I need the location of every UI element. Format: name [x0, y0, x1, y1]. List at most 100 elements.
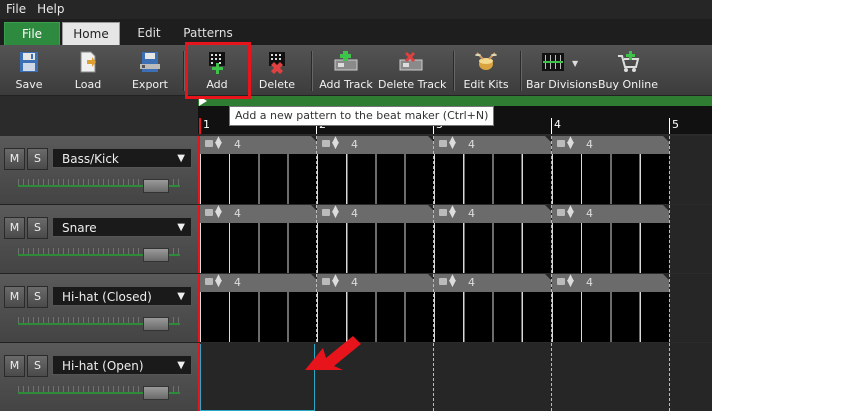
step-grid[interactable] [317, 223, 434, 273]
sort-arrows-icon[interactable]: ▲ ▼ [215, 205, 222, 220]
playback-progress-bar[interactable] [198, 96, 712, 106]
export-button[interactable]: Export [124, 45, 176, 95]
instrument-select[interactable]: Hi-hat (Open) ▼ [52, 355, 192, 375]
mute-button[interactable]: M [4, 217, 25, 239]
mute-button[interactable]: M [4, 148, 25, 170]
volume-slider[interactable] [18, 178, 180, 194]
track-header: M S Snare ▼ [0, 205, 198, 274]
tab-home[interactable]: Home [62, 22, 120, 46]
solo-button[interactable]: S [27, 148, 48, 170]
tab-edit[interactable]: Edit [122, 22, 176, 45]
slider-handle[interactable] [142, 386, 169, 400]
lock-icon[interactable] [557, 140, 565, 147]
step-grid[interactable] [200, 223, 317, 273]
slider-handle[interactable] [142, 317, 169, 331]
step-grid[interactable] [434, 154, 551, 204]
pattern-block[interactable]: ▲ ▼ 4 [200, 205, 317, 273]
pattern-header: ▲ ▼ 4 [552, 274, 669, 292]
slider-handle[interactable] [142, 179, 169, 193]
buy-online-button[interactable]: Buy Online [598, 45, 658, 95]
edit-kits-button[interactable]: Edit Kits [460, 45, 512, 95]
export-icon [140, 52, 160, 72]
slider-handle[interactable] [142, 248, 169, 262]
sort-arrows-icon[interactable]: ▲ ▼ [332, 136, 339, 151]
sort-arrows-icon[interactable]: ▲ ▼ [332, 274, 339, 289]
menu-help[interactable]: Help [31, 0, 69, 16]
pattern-block[interactable]: ▲ ▼ 4 [200, 274, 317, 342]
pattern-block[interactable]: ▲ ▼ 4 [434, 274, 551, 342]
sort-arrows-icon[interactable]: ▲ ▼ [449, 274, 456, 289]
solo-button[interactable]: S [27, 355, 48, 377]
pattern-block[interactable]: ▲ ▼ 4 [317, 274, 434, 342]
step-grid[interactable] [552, 223, 669, 273]
add-pattern-label: Add [206, 78, 228, 91]
add-track-button[interactable]: Add Track [318, 45, 374, 95]
solo-button[interactable]: S [27, 286, 48, 308]
pointer-arrow-icon [305, 336, 361, 370]
tab-patterns[interactable]: Patterns [178, 22, 238, 45]
mute-button[interactable]: M [4, 355, 25, 377]
menu-file[interactable]: File [0, 0, 31, 16]
volume-slider[interactable] [18, 385, 180, 401]
lock-icon[interactable] [439, 140, 447, 147]
save-icon [20, 52, 38, 72]
sort-arrows-icon[interactable]: ▲ ▼ [215, 274, 222, 289]
lock-icon[interactable] [439, 209, 447, 216]
volume-slider[interactable] [18, 316, 180, 332]
lock-icon[interactable] [322, 209, 330, 216]
bar-number: 5 [672, 118, 679, 131]
add-pattern-button[interactable]: Add [190, 45, 244, 95]
step-grid[interactable] [200, 292, 317, 342]
step-grid[interactable] [552, 292, 669, 342]
solo-button[interactable]: S [27, 217, 48, 239]
sort-arrows-icon[interactable]: ▲ ▼ [449, 205, 456, 220]
lock-icon[interactable] [205, 278, 213, 285]
empty-pattern-slot[interactable] [200, 344, 315, 411]
sort-arrows-icon[interactable]: ▲ ▼ [567, 136, 574, 151]
save-button[interactable]: Save [5, 45, 53, 95]
bar-divisions-button[interactable]: ▼ Bar Divisions [526, 45, 598, 95]
volume-slider[interactable] [18, 247, 180, 263]
sort-arrows-icon[interactable]: ▲ ▼ [567, 205, 574, 220]
step-grid[interactable] [200, 154, 317, 204]
play-position-icon[interactable] [199, 96, 207, 106]
sort-arrows-icon[interactable]: ▲ ▼ [215, 136, 222, 151]
sort-arrows-icon[interactable]: ▲ ▼ [332, 205, 339, 220]
lock-icon[interactable] [205, 140, 213, 147]
instrument-select[interactable]: Snare ▼ [52, 217, 192, 237]
bar-number: 4 [554, 118, 561, 131]
pattern-block[interactable]: ▲ ▼ 4 [317, 205, 434, 273]
tab-file[interactable]: File [4, 22, 60, 46]
pattern-block[interactable]: ▲ ▼ 4 [434, 205, 551, 273]
lock-icon[interactable] [322, 278, 330, 285]
bar-divider [551, 343, 552, 411]
pattern-block[interactable]: ▲ ▼ 4 [552, 136, 669, 204]
pattern-block[interactable]: ▲ ▼ 4 [434, 136, 551, 204]
pattern-block[interactable]: ▲ ▼ 4 [552, 205, 669, 273]
ribbon-toolbar: Save Load Export Add Delete Add Track De… [0, 45, 712, 96]
lock-icon[interactable] [557, 209, 565, 216]
sort-arrows-icon[interactable]: ▲ ▼ [449, 136, 456, 151]
lock-icon[interactable] [205, 209, 213, 216]
track-header: M S Hi-hat (Closed) ▼ [0, 274, 198, 343]
mute-button[interactable]: M [4, 286, 25, 308]
beat-count: 4 [468, 207, 475, 220]
instrument-name: Bass/Kick [62, 152, 119, 166]
instrument-select[interactable]: Hi-hat (Closed) ▼ [52, 286, 192, 306]
step-grid[interactable] [552, 154, 669, 204]
delete-track-button[interactable]: Delete Track [378, 45, 446, 95]
instrument-select[interactable]: Bass/Kick ▼ [52, 148, 192, 168]
pattern-block[interactable]: ▲ ▼ 4 [200, 136, 317, 204]
sort-arrows-icon[interactable]: ▲ ▼ [567, 274, 574, 289]
step-grid[interactable] [434, 292, 551, 342]
delete-pattern-button[interactable]: Delete [254, 45, 300, 95]
lock-icon[interactable] [322, 140, 330, 147]
pattern-block[interactable]: ▲ ▼ 4 [317, 136, 434, 204]
step-grid[interactable] [317, 154, 434, 204]
load-button[interactable]: Load [64, 45, 112, 95]
lock-icon[interactable] [557, 278, 565, 285]
pattern-header: ▲ ▼ 4 [200, 205, 317, 223]
pattern-block[interactable]: ▲ ▼ 4 [552, 274, 669, 342]
lock-icon[interactable] [439, 278, 447, 285]
step-grid[interactable] [434, 223, 551, 273]
